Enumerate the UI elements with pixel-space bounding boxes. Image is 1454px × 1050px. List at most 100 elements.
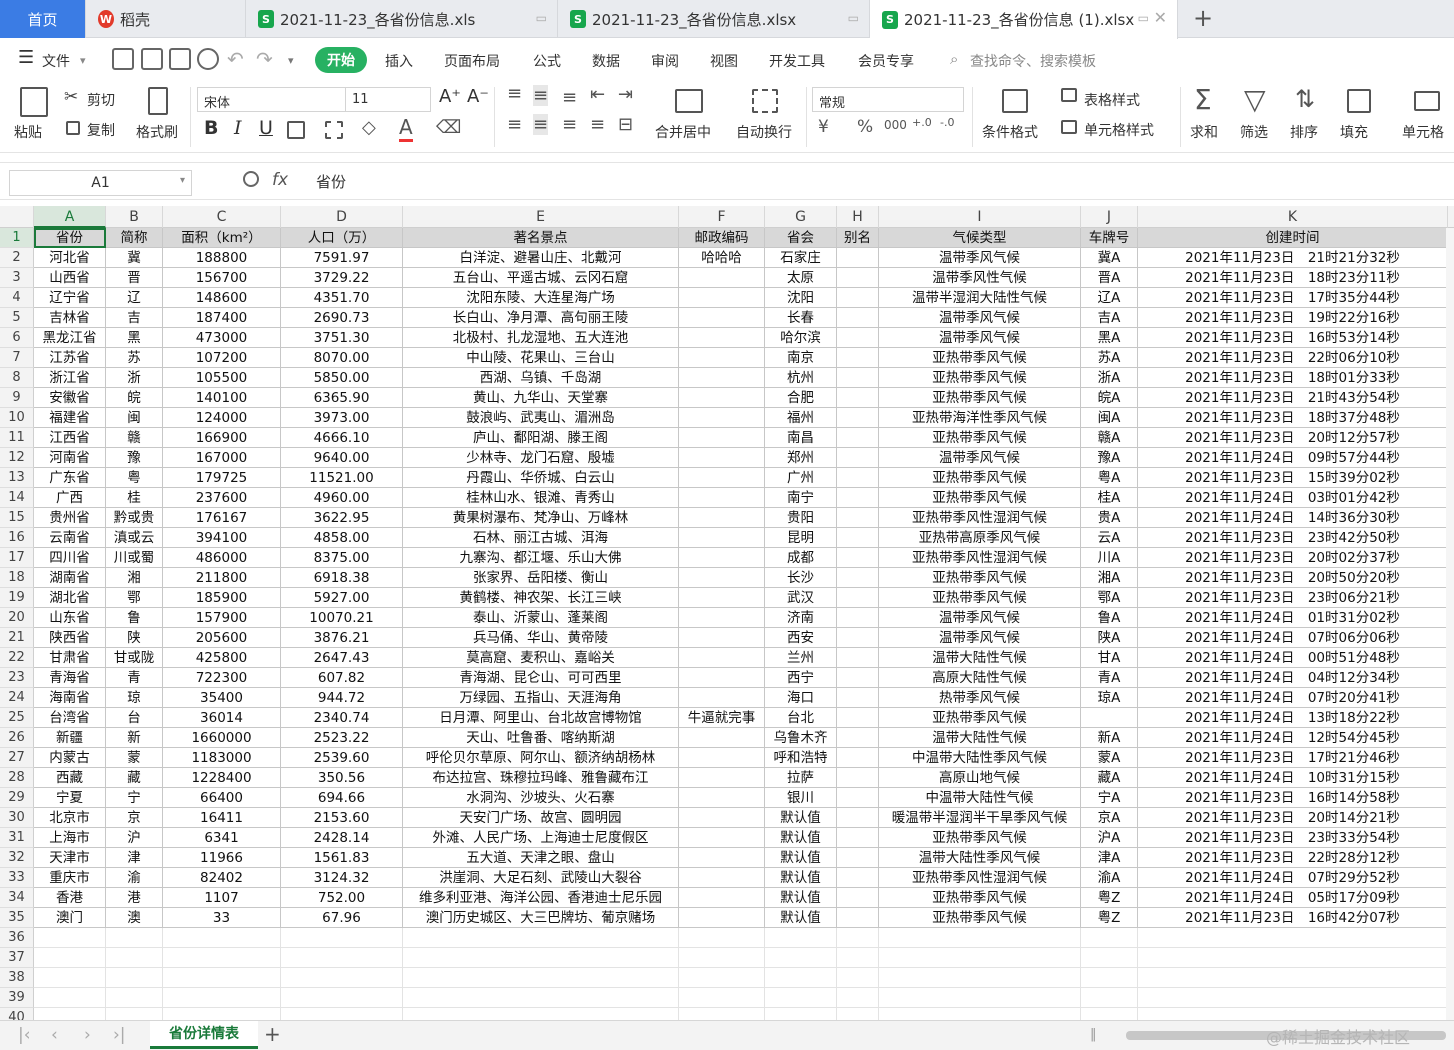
cell-e38[interactable] <box>403 968 679 988</box>
table-style-button[interactable]: 表格样式 <box>1084 90 1140 110</box>
cell-a13[interactable]: 广东省 <box>34 468 106 488</box>
cell-g3[interactable]: 太原 <box>765 268 837 288</box>
cell-h2[interactable] <box>837 248 879 268</box>
cell-a2[interactable]: 河北省 <box>34 248 106 268</box>
cell-j31[interactable]: 沪A <box>1081 828 1138 848</box>
cell-f21[interactable] <box>679 628 765 648</box>
cell-c39[interactable] <box>163 988 281 1008</box>
cell-a24[interactable]: 海南省 <box>34 688 106 708</box>
cell-g14[interactable]: 南宁 <box>765 488 837 508</box>
cell-j20[interactable]: 鲁A <box>1081 608 1138 628</box>
cell-f13[interactable] <box>679 468 765 488</box>
cell-i23[interactable]: 高原大陆性气候 <box>879 668 1081 688</box>
row-header[interactable]: 31 <box>0 828 34 848</box>
cell-e8[interactable]: 西湖、乌镇、千岛湖 <box>403 368 679 388</box>
cell-b26[interactable]: 新 <box>106 728 163 748</box>
cell-e14[interactable]: 桂林山水、银滩、青秀山 <box>403 488 679 508</box>
vertical-scrollbar[interactable] <box>1446 228 1454 1020</box>
cell-k9[interactable]: 2021年11月23日 21时43分54秒 <box>1138 388 1448 408</box>
cell-a26[interactable]: 新疆 <box>34 728 106 748</box>
row-header[interactable]: 1 <box>0 228 34 248</box>
cell-b30[interactable]: 京 <box>106 808 163 828</box>
cell-f2[interactable]: 哈哈哈 <box>679 248 765 268</box>
row-header[interactable]: 26 <box>0 728 34 748</box>
cell-c28[interactable]: 1228400 <box>163 768 281 788</box>
cell-e20[interactable]: 泰山、沂蒙山、蓬莱阁 <box>403 608 679 628</box>
menu-insert[interactable]: 插入 <box>385 51 413 71</box>
row-header[interactable]: 22 <box>0 648 34 668</box>
fill-cell-icon[interactable] <box>325 121 343 139</box>
cell-g18[interactable]: 长沙 <box>765 568 837 588</box>
decrease-decimal-icon[interactable]: -.0 <box>940 116 954 129</box>
cell-e22[interactable]: 莫高窟、麦积山、嘉峪关 <box>403 648 679 668</box>
cell-a31[interactable]: 上海市 <box>34 828 106 848</box>
cell-a23[interactable]: 青海省 <box>34 668 106 688</box>
cell-e34[interactable]: 维多利亚港、海洋公园、香港迪士尼乐园 <box>403 888 679 908</box>
cell-c1[interactable]: 面积（km²） <box>163 228 281 248</box>
cell-h38[interactable] <box>837 968 879 988</box>
cell-c33[interactable]: 82402 <box>163 868 281 888</box>
cell-i26[interactable]: 温带大陆性气候 <box>879 728 1081 748</box>
cell-button[interactable]: 单元格 <box>1402 122 1444 142</box>
cell-k14[interactable]: 2021年11月24日 03时01分42秒 <box>1138 488 1448 508</box>
cell-c26[interactable]: 1660000 <box>163 728 281 748</box>
percent-icon[interactable]: % <box>857 117 873 137</box>
font-family-select[interactable]: 宋体 <box>197 87 347 112</box>
cell-f18[interactable] <box>679 568 765 588</box>
cell-e25[interactable]: 日月潭、阿里山、台北故宫博物馆 <box>403 708 679 728</box>
cell-f16[interactable] <box>679 528 765 548</box>
cell-k19[interactable]: 2021年11月23日 23时06分21秒 <box>1138 588 1448 608</box>
cell-e31[interactable]: 外滩、人民广场、上海迪士尼度假区 <box>403 828 679 848</box>
cell-h23[interactable] <box>837 668 879 688</box>
cell-h26[interactable] <box>837 728 879 748</box>
cell-c27[interactable]: 1183000 <box>163 748 281 768</box>
cell-a4[interactable]: 辽宁省 <box>34 288 106 308</box>
cell-h27[interactable] <box>837 748 879 768</box>
column-header-f[interactable]: F <box>679 206 765 228</box>
cell-g7[interactable]: 南京 <box>765 348 837 368</box>
cell-j40[interactable] <box>1081 1008 1138 1020</box>
cell-h12[interactable] <box>837 448 879 468</box>
row-header[interactable]: 7 <box>0 348 34 368</box>
cell-b16[interactable]: 滇或云 <box>106 528 163 548</box>
copy-button[interactable]: 复制 <box>87 120 115 140</box>
cell-i33[interactable]: 亚热带季风性湿润气候 <box>879 868 1081 888</box>
cell-d36[interactable] <box>281 928 403 948</box>
cell-k30[interactable]: 2021年11月23日 20时14分21秒 <box>1138 808 1448 828</box>
cell-h6[interactable] <box>837 328 879 348</box>
cell-h13[interactable] <box>837 468 879 488</box>
cell-i29[interactable]: 中温带大陆性气候 <box>879 788 1081 808</box>
cell-e27[interactable]: 呼伦贝尔草原、阿尔山、额济纳胡杨林 <box>403 748 679 768</box>
cell-k38[interactable] <box>1138 968 1448 988</box>
split-handle-icon[interactable]: ‖ <box>1090 1027 1097 1042</box>
cell-e9[interactable]: 黄山、九华山、天堂寨 <box>403 388 679 408</box>
row-header[interactable]: 37 <box>0 948 34 968</box>
cell-a32[interactable]: 天津市 <box>34 848 106 868</box>
increase-decimal-icon[interactable]: +.0 <box>912 116 932 129</box>
cell-i31[interactable]: 亚热带季风气候 <box>879 828 1081 848</box>
close-icon[interactable]: ✕ <box>1154 8 1167 27</box>
cell-k40[interactable] <box>1138 1008 1448 1020</box>
cell-i6[interactable]: 温带季风气候 <box>879 328 1081 348</box>
cell-f22[interactable] <box>679 648 765 668</box>
cell-i10[interactable]: 亚热带海洋性季风气候 <box>879 408 1081 428</box>
column-header-j[interactable]: J <box>1081 206 1138 228</box>
cell-c36[interactable] <box>163 928 281 948</box>
cell-b5[interactable]: 吉 <box>106 308 163 328</box>
cell-b18[interactable]: 湘 <box>106 568 163 588</box>
cell-f27[interactable] <box>679 748 765 768</box>
cell-h28[interactable] <box>837 768 879 788</box>
cell-k6[interactable]: 2021年11月23日 16时53分14秒 <box>1138 328 1448 348</box>
cell-d1[interactable]: 人口（万） <box>281 228 403 248</box>
cell-d20[interactable]: 10070.21 <box>281 608 403 628</box>
cell-a38[interactable] <box>34 968 106 988</box>
cell-d14[interactable]: 4960.00 <box>281 488 403 508</box>
cell-c4[interactable]: 148600 <box>163 288 281 308</box>
column-header-h[interactable]: H <box>837 206 879 228</box>
cell-d15[interactable]: 3622.95 <box>281 508 403 528</box>
cell-i9[interactable]: 亚热带季风气候 <box>879 388 1081 408</box>
cell-g24[interactable]: 海口 <box>765 688 837 708</box>
spreadsheet-grid[interactable]: ABCDEFGHIJK 1 省份 简称 面积（km²） 人口（万） 著名景点 邮政编码 省会别… <box>0 206 1454 1020</box>
select-all-corner[interactable] <box>0 206 34 228</box>
cell-j5[interactable]: 吉A <box>1081 308 1138 328</box>
